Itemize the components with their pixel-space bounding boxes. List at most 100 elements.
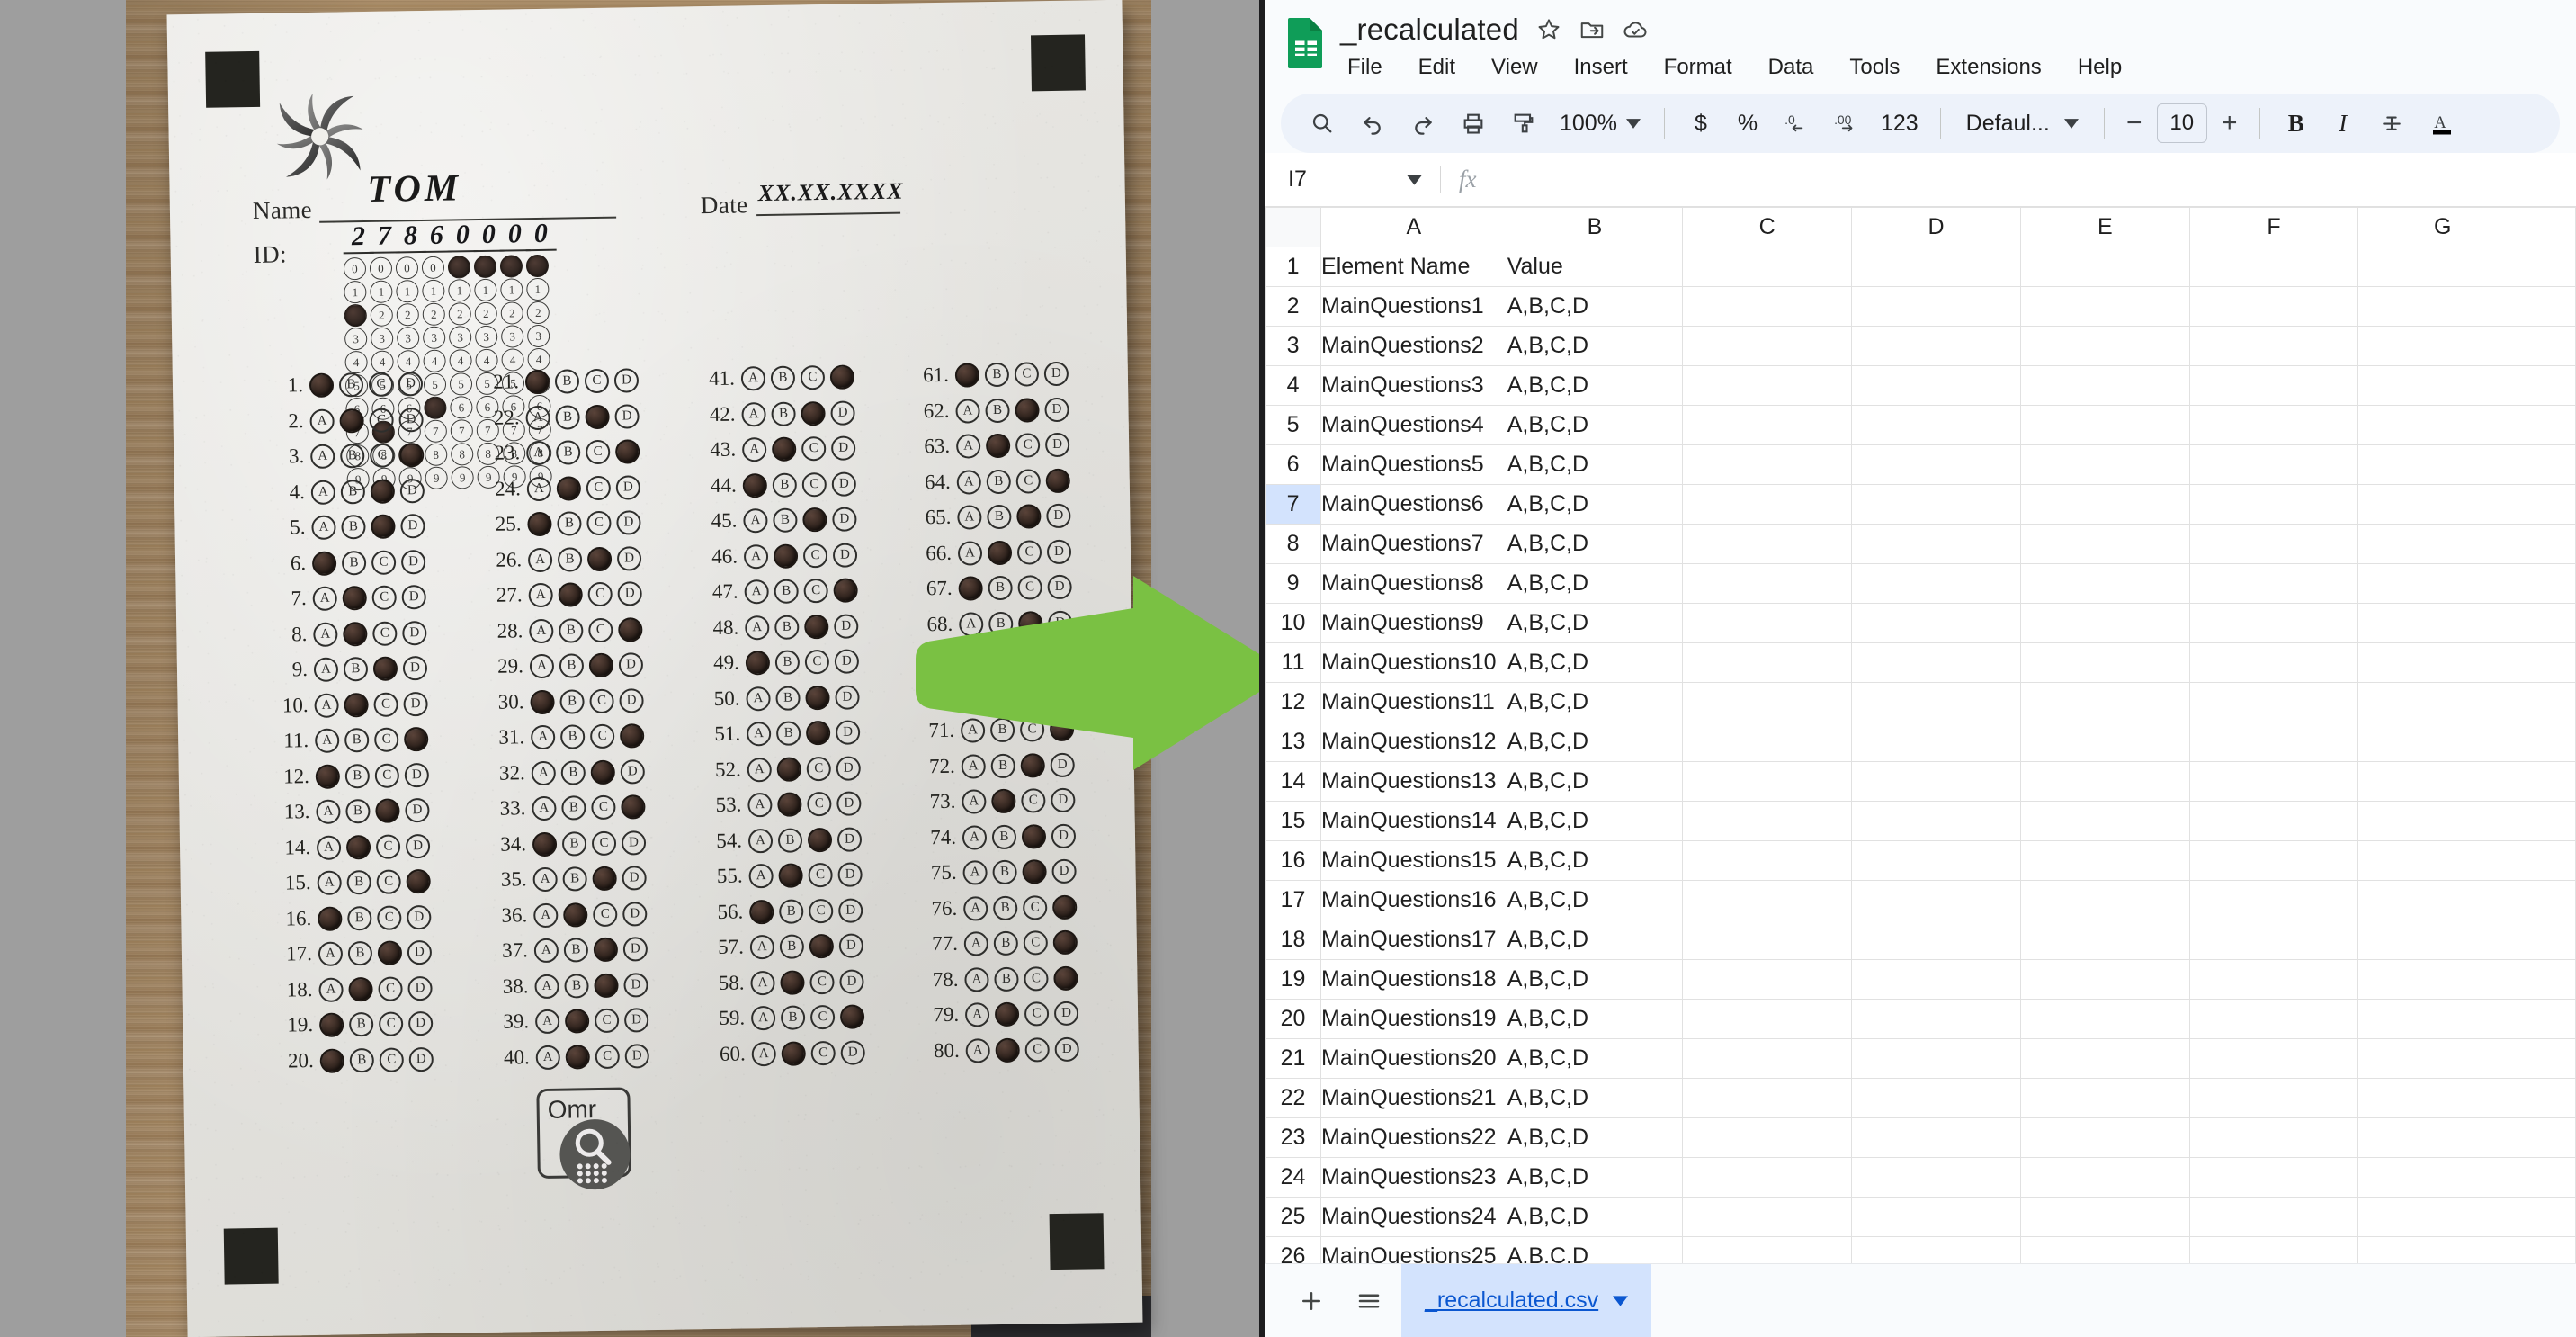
cell-E18[interactable] [2019,920,2190,960]
cell-G13[interactable] [2357,722,2528,762]
cell-partial-22[interactable] [2527,1078,2576,1118]
table-row[interactable]: 7 MainQuestions6 A,B,C,D [1265,484,2576,525]
cell-B7[interactable]: A,B,C,D [1506,484,1684,525]
chevron-down-icon[interactable] [1407,174,1422,185]
cell-E5[interactable] [2019,405,2190,445]
cell-E11[interactable] [2019,642,2190,683]
cell-G5[interactable] [2357,405,2528,445]
more-formats-button[interactable]: 123 [1874,102,1926,145]
cell-G7[interactable] [2357,484,2528,525]
cell-partial-20[interactable] [2527,999,2576,1039]
cell-E19[interactable] [2019,959,2190,1000]
cell-D24[interactable] [1851,1157,2021,1198]
menu-item-extensions[interactable]: Extensions [1930,52,2046,83]
cell-D16[interactable] [1851,840,2021,881]
cell-D3[interactable] [1851,326,2021,366]
cell-F22[interactable] [2188,1078,2359,1118]
cell-F1[interactable] [2188,247,2359,287]
currency-format-button[interactable]: $ [1679,102,1722,145]
cell-D25[interactable] [1851,1197,2021,1237]
table-row[interactable]: 15 MainQuestions14 A,B,C,D [1265,801,2576,841]
cell-F23[interactable] [2188,1117,2359,1158]
cell-E1[interactable] [2019,247,2190,287]
cell-B19[interactable]: A,B,C,D [1506,959,1684,1000]
cell-A5[interactable]: MainQuestions4 [1320,405,1507,445]
cell-E2[interactable] [2019,286,2190,327]
paint-format-icon[interactable] [1500,100,1547,147]
cell-D22[interactable] [1851,1078,2021,1118]
table-row[interactable]: 4 MainQuestions3 A,B,C,D [1265,365,2576,406]
row-header-20[interactable]: 20 [1265,999,1322,1039]
cell-G11[interactable] [2357,642,2528,683]
star-icon[interactable] [1535,16,1562,43]
cell-C10[interactable] [1682,603,1853,643]
cell-D9[interactable] [1851,563,2021,604]
name-box[interactable]: I7 [1288,166,1394,193]
cell-G6[interactable] [2357,444,2528,485]
font-size-input[interactable]: 10 [2156,103,2207,143]
cell-E6[interactable] [2019,444,2190,485]
row-header-19[interactable]: 19 [1265,959,1322,1000]
cell-partial-21[interactable] [2527,1038,2576,1079]
cell-A14[interactable]: MainQuestions13 [1320,761,1507,802]
menu-item-help[interactable]: Help [2072,52,2127,83]
cell-F7[interactable] [2188,484,2359,525]
cell-C2[interactable] [1682,286,1853,327]
table-row[interactable]: 25 MainQuestions24 A,B,C,D [1265,1197,2576,1237]
table-row[interactable]: 12 MainQuestions11 A,B,C,D [1265,682,2576,722]
cell-D1[interactable] [1851,247,2021,287]
row-header-16[interactable]: 16 [1265,840,1322,881]
column-header-partial[interactable] [2527,207,2576,247]
table-row[interactable]: 18 MainQuestions17 A,B,C,D [1265,920,2576,960]
cell-partial-13[interactable] [2527,722,2576,762]
cell-partial-17[interactable] [2527,880,2576,920]
cell-G17[interactable] [2357,880,2528,920]
cell-C22[interactable] [1682,1078,1853,1118]
row-header-24[interactable]: 24 [1265,1157,1322,1198]
cell-D18[interactable] [1851,920,2021,960]
font-size-decrease-button[interactable]: − [2119,108,2150,139]
cell-A4[interactable]: MainQuestions3 [1320,365,1507,406]
cell-E25[interactable] [2019,1197,2190,1237]
cell-D4[interactable] [1851,365,2021,406]
cell-C21[interactable] [1682,1038,1853,1079]
cell-F18[interactable] [2188,920,2359,960]
table-row[interactable]: 20 MainQuestions19 A,B,C,D [1265,999,2576,1039]
column-header-E[interactable]: E [2019,207,2190,247]
cell-G10[interactable] [2357,603,2528,643]
cell-A18[interactable]: MainQuestions17 [1320,920,1507,960]
row-header-10[interactable]: 10 [1265,603,1322,643]
cell-A25[interactable]: MainQuestions24 [1320,1197,1507,1237]
cell-B17[interactable]: A,B,C,D [1506,880,1684,920]
cell-B4[interactable]: A,B,C,D [1506,365,1684,406]
cell-B12[interactable]: A,B,C,D [1506,682,1684,722]
cell-partial-11[interactable] [2527,642,2576,683]
cell-G15[interactable] [2357,801,2528,841]
cell-partial-18[interactable] [2527,920,2576,960]
cell-G19[interactable] [2357,959,2528,1000]
cell-D17[interactable] [1851,880,2021,920]
cell-G1[interactable] [2357,247,2528,287]
cell-E8[interactable] [2019,524,2190,564]
cell-C24[interactable] [1682,1157,1853,1198]
search-icon[interactable] [1299,100,1346,147]
row-header-6[interactable]: 6 [1265,444,1322,485]
table-row[interactable]: 22 MainQuestions21 A,B,C,D [1265,1078,2576,1118]
cell-C11[interactable] [1682,642,1853,683]
cell-C4[interactable] [1682,365,1853,406]
cell-F2[interactable] [2188,286,2359,327]
table-row[interactable]: 10 MainQuestions9 A,B,C,D [1265,603,2576,643]
column-header-D[interactable]: D [1851,207,2021,247]
cell-A23[interactable]: MainQuestions22 [1320,1117,1507,1158]
cell-A17[interactable]: MainQuestions16 [1320,880,1507,920]
cell-B16[interactable]: A,B,C,D [1506,840,1684,881]
cloud-saved-icon[interactable] [1622,16,1649,43]
cell-G22[interactable] [2357,1078,2528,1118]
bold-button[interactable]: B [2275,102,2318,145]
row-header-25[interactable]: 25 [1265,1197,1322,1237]
cell-partial-25[interactable] [2527,1197,2576,1237]
cell-E9[interactable] [2019,563,2190,604]
cell-B3[interactable]: A,B,C,D [1506,326,1684,366]
cell-B9[interactable]: A,B,C,D [1506,563,1684,604]
cell-C15[interactable] [1682,801,1853,841]
